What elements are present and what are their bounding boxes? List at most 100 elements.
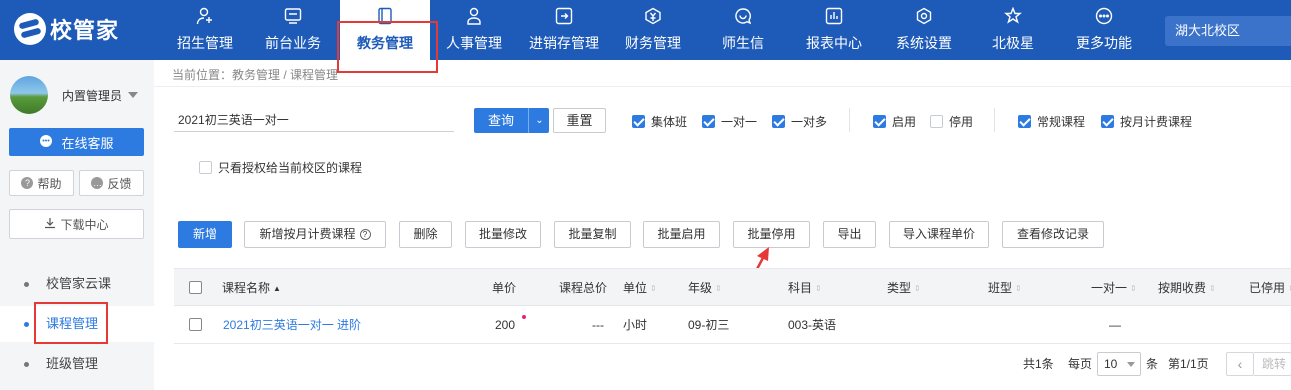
batch-enable-button[interactable]: 批量启用 [643,221,720,248]
filter-one-to-many-checkbox[interactable]: 一对多 [772,113,827,130]
cell-one-on-one: — [1109,318,1121,332]
sort-icon[interactable]: ⇕ [650,284,657,293]
delete-button[interactable]: 删除 [399,221,452,248]
nav-item-frontdesk[interactable]: 前台业务 [250,0,336,60]
column-header-term-billing[interactable]: 按期收费 ⇕ [1158,269,1216,307]
double-chevron-down-icon[interactable]: ⌄ [530,108,549,133]
batch-copy-button[interactable]: 批量复制 [554,221,631,248]
filter-monthly-course-checkbox[interactable]: 按月计费课程 [1101,113,1192,130]
highlight-box-sidebar [34,302,108,344]
divider [154,86,1291,87]
monitor-icon [283,6,303,26]
chevron-down-icon [1127,362,1135,367]
course-name-link[interactable]: 2021初三英语一对一 进阶 [223,306,361,344]
column-header-disabled[interactable]: 已停用⇕ [1249,269,1291,307]
help-icon: ? [21,177,34,189]
nav-item-messages[interactable]: 师生信 [706,0,780,60]
download-icon [44,217,56,232]
star-icon [1003,6,1023,26]
cell-subject: 003-英语 [788,318,837,332]
column-header-type[interactable]: 类型 ⇕ [887,269,921,307]
column-header-price: 单价 [492,281,517,295]
money-icon [643,6,663,26]
filter-regular-course-checkbox[interactable]: 常规课程 [1018,113,1085,130]
pagination-unit: 条 [1146,357,1159,371]
cell-price: 200 [495,318,516,332]
sort-asc-icon[interactable]: ▲ [273,284,281,293]
top-navbar: 校管家 招生管理 前台业务 教务管理 人事管理 进销存管理 财务管理 师生信 报… [0,0,1291,60]
admin-name[interactable]: 内置管理员 [62,87,122,104]
sort-icon[interactable]: ⇕ [1209,284,1216,293]
nav-item-enrollment[interactable]: 招生管理 [160,0,250,60]
filter-one-on-one-checkbox[interactable]: 一对一 [702,113,757,130]
chat-icon [39,134,53,151]
logo-mark-icon [14,13,46,45]
filter-group-class-checkbox[interactable]: 集体班 [632,113,687,130]
add-monthly-course-button[interactable]: 新增按月计费课程? [244,221,386,248]
pagination-per-page-label: 每页 [1068,357,1093,371]
person-add-icon [195,6,215,26]
column-header-class-type[interactable]: 班型 ⇕ [988,269,1022,307]
sidebar-item-class-management[interactable]: 班级管理 [0,346,154,382]
feedback-button[interactable]: … 反馈 [79,170,144,196]
column-header-total-price: 课程总价 [559,281,608,295]
bullet-icon [24,282,29,287]
nav-item-settings[interactable]: 系统设置 [888,0,960,60]
help-button[interactable]: ? 帮助 [9,170,74,196]
sort-icon[interactable]: ⇕ [1015,284,1022,293]
nav-item-reports[interactable]: 报表中心 [798,0,870,60]
sort-icon[interactable]: ⇕ [1130,284,1137,293]
nav-item-more[interactable]: 更多功能 [1064,0,1144,60]
online-service-button[interactable]: 在线客服 [9,128,144,156]
settings-icon [914,6,934,26]
help-icon[interactable]: ? [359,229,371,241]
cell-total-price: --- [592,318,604,332]
chart-icon [824,6,844,26]
sort-icon[interactable]: ⇕ [715,284,722,293]
pagination-total: 共1条 [1023,357,1054,371]
query-button[interactable]: 查询 ⌄ [474,108,549,133]
filter-enabled-checkbox[interactable]: 启用 [873,113,916,130]
sidebar-item-cloud-course[interactable]: 校管家云课 [0,266,154,302]
add-button[interactable]: 新增 [178,221,232,248]
bullet-icon [24,322,29,327]
row-checkbox[interactable] [189,318,202,331]
divider [994,108,995,132]
batch-edit-button[interactable]: 批量修改 [465,221,541,248]
column-header-subject[interactable]: 科目 ⇕ [788,269,822,307]
column-header-grade[interactable]: 年级 ⇕ [688,269,722,307]
nav-item-hr[interactable]: 人事管理 [438,0,510,60]
column-header-unit[interactable]: 单位 ⇕ [623,269,657,307]
column-header-course-name[interactable]: 课程名称 ▲ [222,269,281,307]
course-search-input[interactable] [174,108,454,132]
logo[interactable]: 校管家 [14,10,119,48]
avatar[interactable] [10,76,48,114]
reset-button[interactable]: 重置 [553,108,606,133]
view-log-button[interactable]: 查看修改记录 [1002,221,1104,248]
message-icon [733,6,753,26]
nav-item-inventory[interactable]: 进销存管理 [520,0,608,60]
more-icon [1094,6,1114,26]
campus-selector[interactable]: 湖大北校区 [1165,16,1291,46]
select-all-checkbox[interactable] [189,281,202,294]
inventory-icon [554,6,574,26]
import-price-button[interactable]: 导入课程单价 [889,221,989,248]
sort-icon[interactable]: ⇕ [914,284,921,293]
nav-item-finance[interactable]: 财务管理 [616,0,690,60]
user-icon [464,6,484,26]
sort-icon[interactable]: ⇕ [815,284,822,293]
column-header-one-on-one[interactable]: 一对一 ⇕ [1091,269,1137,307]
prev-page-button[interactable]: ‹ [1226,352,1254,376]
filter-disabled-checkbox[interactable]: 停用 [930,113,973,130]
divider [849,108,850,132]
authorized-only-checkbox[interactable]: 只看授权给当前校区的课程 [199,159,362,176]
download-center-button[interactable]: 下载中心 [9,209,144,239]
chevron-down-icon[interactable] [128,92,138,98]
export-button[interactable]: 导出 [823,221,876,248]
feedback-icon: … [91,177,104,189]
page-size-select[interactable]: 10 [1097,352,1141,376]
table-row[interactable]: 2021初三英语一对一 进阶 200 --- 小时 09-初三 003-英语 — [174,306,1291,344]
nav-item-polaris[interactable]: 北极星 [980,0,1046,60]
page-jump-input[interactable]: 跳转 [1254,352,1291,376]
breadcrumb: 当前位置：教务管理 / 课程管理 [172,68,339,82]
